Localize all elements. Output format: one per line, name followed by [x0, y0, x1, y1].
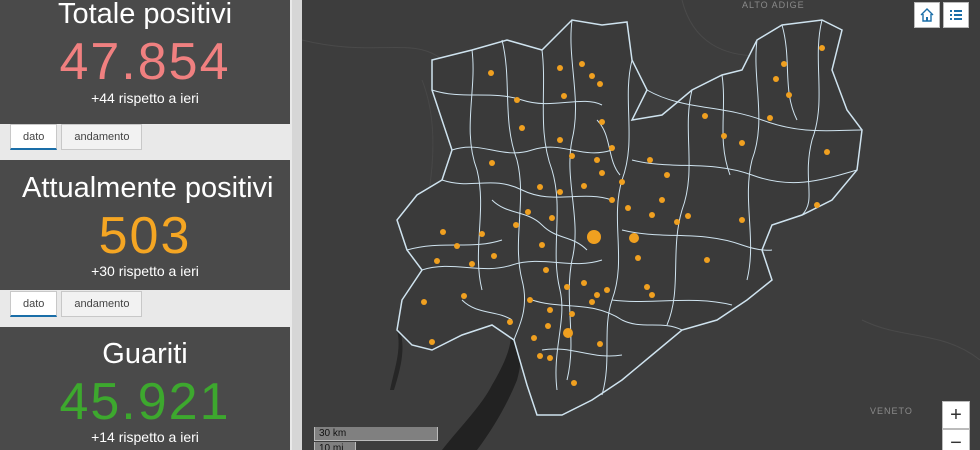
tab-dato[interactable]: dato [10, 291, 58, 317]
dashboard-panel: Totale positivi 47.854 +44 rispetto a ie… [0, 0, 292, 450]
card-attualmente-positivi: Attualmente positivi 503 +30 rispetto a … [0, 160, 290, 290]
card-title: Totale positivi [57, 0, 233, 30]
legend-button[interactable] [943, 2, 969, 28]
card-delta: +14 rispetto a ieri [91, 429, 199, 445]
zoom-in-button[interactable]: + [942, 401, 970, 429]
region-label-east: VENETO [870, 406, 913, 416]
card-guariti: Guariti 45.921 +14 rispetto a ieri [0, 327, 290, 450]
card-title: Guariti [102, 338, 188, 370]
card-title: Attualmente positivi [22, 172, 274, 204]
map-canvas [302, 0, 980, 450]
panel-divider[interactable] [292, 0, 302, 450]
scale-bar-km: 30 km [314, 427, 438, 441]
card-value: 503 [98, 207, 192, 265]
card-delta: +44 rispetto a ieri [91, 90, 199, 106]
region-label-north: ALTO ADIGE [742, 0, 805, 10]
map-view[interactable]: ALTO ADIGE VENETO + − 30 km 10 mi [302, 0, 980, 450]
home-icon [920, 8, 934, 22]
home-button[interactable] [914, 2, 940, 28]
tab-andamento[interactable]: andamento [61, 291, 143, 317]
card-delta: +30 rispetto a ieri [91, 263, 199, 279]
scale-bar-mi: 10 mi [314, 442, 356, 450]
card-tabs-1: dato andamento [10, 124, 143, 150]
card-value: 47.854 [59, 33, 231, 91]
tab-dato[interactable]: dato [10, 124, 58, 150]
province-boundary [396, 19, 863, 416]
tab-andamento[interactable]: andamento [61, 124, 143, 150]
zoom-out-button[interactable]: − [942, 429, 970, 450]
card-totale-positivi: Totale positivi 47.854 +44 rispetto a ie… [0, 0, 290, 124]
card-value: 45.921 [59, 373, 231, 431]
card-tabs-2: dato andamento [10, 291, 143, 317]
list-icon [950, 10, 962, 20]
